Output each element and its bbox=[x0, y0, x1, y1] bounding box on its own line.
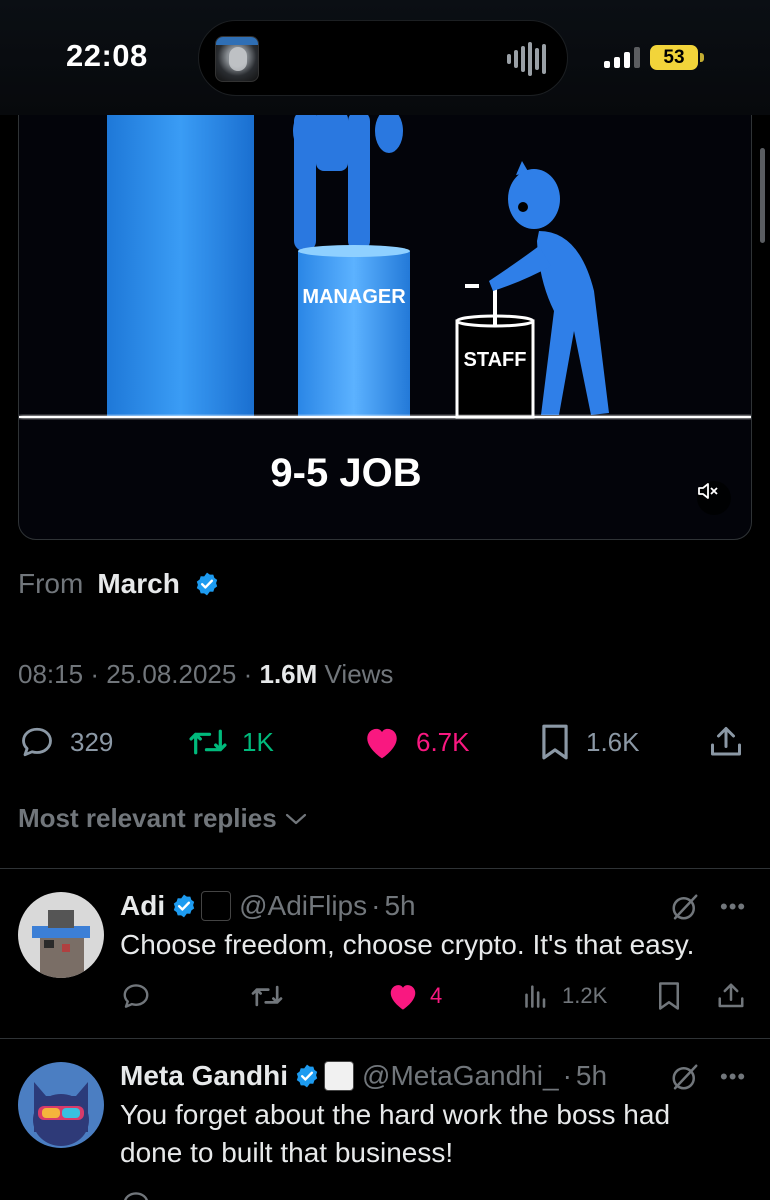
reply-time: 5h bbox=[384, 890, 416, 921]
reply-author-name[interactable]: Adi bbox=[120, 890, 165, 922]
grok-icon[interactable] bbox=[670, 1062, 700, 1092]
reply-button[interactable] bbox=[120, 1186, 152, 1200]
bookmark-count: 1.6K bbox=[586, 726, 640, 757]
affiliate-badge-icon bbox=[201, 891, 232, 921]
verified-badge-icon bbox=[296, 1064, 318, 1088]
meta-separator: · bbox=[90, 659, 99, 689]
views-button[interactable]: 1.2K bbox=[522, 978, 607, 1014]
staff-box: STAFF bbox=[455, 284, 535, 419]
post-source: From March bbox=[18, 568, 220, 600]
repost-button[interactable] bbox=[250, 978, 284, 1014]
meta-separator: · bbox=[243, 659, 253, 689]
share-icon bbox=[711, 727, 741, 756]
status-time: 22:08 bbox=[66, 38, 148, 73]
bookmark-icon bbox=[542, 724, 568, 760]
analytics-icon bbox=[525, 985, 546, 1008]
like-button[interactable]: 4 bbox=[386, 978, 442, 1014]
battery-tip bbox=[700, 53, 704, 62]
avatar[interactable] bbox=[18, 1062, 104, 1148]
video-frame: MANAGER STAFF 9-5 JOB bbox=[19, 81, 751, 495]
reply-actions: 4 1.2K bbox=[120, 978, 750, 1014]
views-label: Views bbox=[324, 659, 394, 689]
source-prefix: From bbox=[18, 568, 84, 599]
reply-time: 5h bbox=[575, 1060, 608, 1091]
manager-label: MANAGER bbox=[302, 286, 406, 308]
more-options-icon[interactable]: ••• bbox=[720, 894, 746, 920]
cellular-signal-icon bbox=[604, 47, 640, 68]
divider bbox=[0, 868, 770, 869]
audio-waveform-icon bbox=[507, 41, 547, 77]
replies-sort-dropdown[interactable]: Most relevant replies bbox=[18, 803, 307, 834]
post-time: 08:15 bbox=[18, 659, 84, 689]
share-icon bbox=[718, 983, 744, 1008]
reply-icon bbox=[123, 984, 149, 1008]
status-bar: 22:08 53 bbox=[0, 0, 770, 115]
heart-filled-icon bbox=[390, 985, 416, 1010]
reply-header: Meta Gandhi @MetaGandhi_ · 5h bbox=[120, 1060, 607, 1092]
video-player[interactable]: MANAGER STAFF 9-5 JOB bbox=[18, 80, 752, 540]
verified-badge-icon bbox=[196, 572, 217, 596]
reply-button[interactable] bbox=[120, 978, 152, 1014]
manager-podium: MANAGER bbox=[298, 245, 410, 417]
reply-text: You forget about the hard work the boss … bbox=[120, 1099, 671, 1168]
view-count: 1.2K bbox=[562, 983, 608, 1008]
boss-pillar bbox=[107, 81, 254, 417]
repost-icon bbox=[189, 729, 227, 755]
share-button[interactable] bbox=[708, 720, 744, 764]
repost-icon bbox=[251, 985, 283, 1007]
post-date: 25.08.2025 bbox=[106, 659, 237, 689]
views-count: 1.6M bbox=[259, 659, 318, 689]
bookmark-button[interactable]: 1.6K bbox=[538, 720, 640, 764]
speaker-muted-icon bbox=[698, 483, 718, 499]
reply-separator: · bbox=[562, 1060, 572, 1091]
dynamic-island[interactable] bbox=[198, 20, 568, 96]
post-meta: 08:15 · 25.08.2025 · 1.6M Views bbox=[18, 659, 393, 690]
reply-handle[interactable]: @AdiFlips bbox=[239, 890, 367, 922]
chevron-down-icon bbox=[285, 813, 306, 824]
share-button[interactable] bbox=[716, 978, 746, 1014]
video-caption: 9-5 JOB bbox=[270, 451, 421, 495]
now-playing-thumbnail bbox=[215, 36, 259, 82]
source-app-link[interactable]: March bbox=[97, 568, 179, 600]
reply-text: Choose freedom, choose crypto. It's that… bbox=[120, 929, 695, 960]
affiliate-badge-icon bbox=[324, 1061, 355, 1091]
reply-handle[interactable]: @MetaGandhi_ bbox=[362, 1060, 559, 1092]
mute-toggle-button[interactable] bbox=[697, 481, 731, 515]
post-actions: 329 1K 6.7K 1.6K bbox=[18, 720, 748, 764]
reply-separator: · bbox=[371, 890, 381, 921]
grok-icon[interactable] bbox=[670, 892, 700, 922]
reply-author-name[interactable]: Meta Gandhi bbox=[120, 1060, 288, 1092]
divider bbox=[0, 1038, 770, 1039]
like-count: 4 bbox=[430, 983, 443, 1008]
reply-header: Adi @AdiFlips · 5h bbox=[120, 890, 416, 922]
bookmark-button[interactable] bbox=[656, 978, 682, 1014]
repost-button[interactable]: 1K bbox=[188, 720, 274, 764]
heart-filled-icon bbox=[367, 728, 397, 759]
reply-actions bbox=[120, 1186, 750, 1200]
sort-label: Most relevant replies bbox=[18, 803, 277, 833]
verified-badge-icon bbox=[173, 894, 195, 918]
like-count: 6.7K bbox=[416, 726, 470, 757]
reply-button[interactable]: 329 bbox=[18, 720, 113, 764]
like-button[interactable]: 6.7K bbox=[362, 720, 470, 764]
bookmark-icon bbox=[659, 982, 679, 1010]
scrollbar[interactable] bbox=[760, 148, 765, 243]
avatar[interactable] bbox=[18, 892, 104, 978]
reply-icon bbox=[22, 727, 52, 757]
battery-indicator: 53 bbox=[650, 45, 698, 70]
reply-icon bbox=[124, 1192, 148, 1200]
reply-count: 329 bbox=[70, 726, 114, 757]
staff-label: STAFF bbox=[464, 349, 527, 371]
repost-count: 1K bbox=[242, 726, 274, 757]
more-options-icon[interactable]: ••• bbox=[720, 1064, 746, 1090]
manager-figure bbox=[293, 109, 403, 251]
